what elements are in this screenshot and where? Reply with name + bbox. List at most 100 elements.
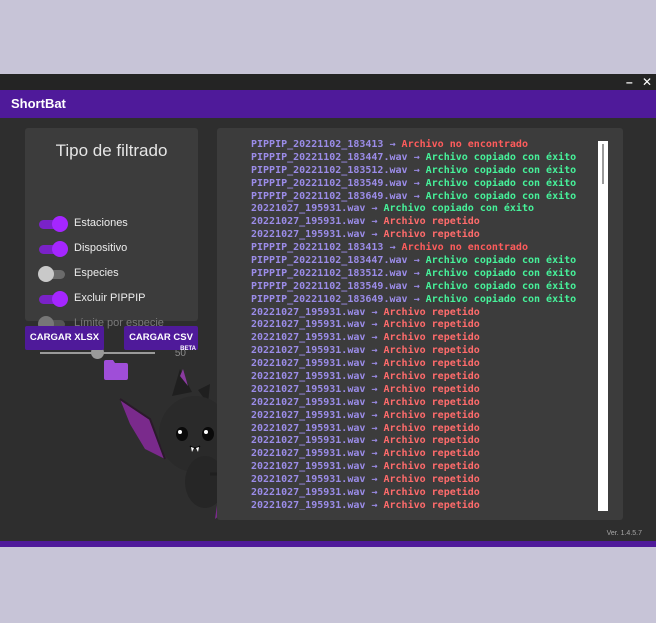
log-status: Archivo copiado con éxito	[425, 255, 577, 267]
close-button[interactable]: ✕	[642, 75, 652, 89]
arrow-icon: →	[371, 435, 378, 447]
log-line: 20221027_195931.wav → Archivo repetido	[230, 474, 601, 487]
minimize-button[interactable]: –	[626, 75, 633, 89]
log-output[interactable]: PIPPIP_20221102_183413 → Archivo no enco…	[230, 139, 601, 510]
arrow-icon: →	[371, 499, 378, 510]
switch-thumb[interactable]	[52, 241, 68, 257]
log-line: 20221027_195931.wav → Archivo repetido	[230, 435, 601, 448]
log-line: 20221027_195931.wav → Archivo repetido	[230, 216, 601, 229]
arrow-icon: →	[413, 255, 420, 267]
switch-label: Especies	[74, 267, 119, 279]
switch-estaciones[interactable]: Estaciones	[39, 216, 189, 232]
log-filename: 20221027_195931.wav	[251, 435, 366, 447]
log-status: Archivo repetido	[383, 499, 480, 510]
log-line: PIPPIP_20221102_183512.wav → Archivo cop…	[230, 165, 601, 178]
log-status: Archivo repetido	[383, 474, 480, 486]
log-line: PIPPIP_20221102_183447.wav → Archivo cop…	[230, 255, 601, 268]
log-line: 20221027_195931.wav → Archivo repetido	[230, 229, 601, 242]
log-line: 20221027_195931.wav → Archivo copiado co…	[230, 203, 601, 216]
switch-excluir-pippip[interactable]: Excluir PIPPIP	[39, 291, 189, 307]
switch-thumb[interactable]	[52, 216, 68, 232]
arrow-icon: →	[371, 461, 378, 473]
switch-label: Estaciones	[74, 217, 128, 229]
arrow-icon: →	[371, 371, 378, 383]
log-line: 20221027_195931.wav → Archivo repetido	[230, 307, 601, 320]
log-status: Archivo repetido	[383, 487, 480, 499]
arrow-icon: →	[371, 396, 378, 408]
log-filename: 20221027_195931.wav	[251, 216, 366, 228]
log-status: Archivo repetido	[383, 422, 480, 434]
switch-especies[interactable]: Especies	[38, 266, 189, 282]
log-filename: 20221027_195931.wav	[251, 474, 366, 486]
log-filename: PIPPIP_20221102_183447.wav	[251, 151, 408, 163]
load-csv-button[interactable]: CARGAR CSV BETA	[124, 326, 198, 352]
log-line: 20221027_195931.wav → Archivo repetido	[230, 410, 601, 423]
log-status: Archivo copiado con éxito	[425, 267, 577, 279]
log-status: Archivo repetido	[383, 216, 480, 228]
log-scrollbar[interactable]	[598, 141, 608, 511]
filter-title: Tipo de filtrado	[55, 141, 168, 160]
log-status: Archivo copiado con éxito	[425, 164, 577, 176]
arrow-icon: →	[389, 139, 396, 150]
arrow-icon: →	[371, 229, 378, 241]
switch-label: Dispositivo	[74, 242, 128, 254]
log-line: 20221027_195931.wav → Archivo repetido	[230, 448, 601, 461]
log-filename: PIPPIP_20221102_183447.wav	[251, 255, 408, 267]
log-line: PIPPIP_20221102_183549.wav → Archivo cop…	[230, 281, 601, 294]
arrow-icon: →	[413, 151, 420, 163]
arrow-icon: →	[413, 293, 420, 305]
log-filename: 20221027_195931.wav	[251, 203, 366, 215]
arrow-icon: →	[371, 306, 378, 318]
log-status: Archivo repetido	[383, 448, 480, 460]
log-filename: 20221027_195931.wav	[251, 487, 366, 499]
log-line: 20221027_195931.wav → Archivo repetido	[230, 461, 601, 474]
log-status: Archivo repetido	[383, 371, 480, 383]
log-line: PIPPIP_20221102_183649.wav → Archivo cop…	[230, 191, 601, 204]
log-line: 20221027_195931.wav → Archivo repetido	[230, 345, 601, 358]
version-label: Ver. 1.4.5.7	[606, 530, 642, 537]
window-titlebar: – ✕	[0, 74, 656, 90]
log-line: PIPPIP_20221102_183413 → Archivo no enco…	[230, 139, 601, 152]
switch-thumb[interactable]	[38, 266, 54, 282]
app-title: ShortBat	[11, 96, 66, 111]
log-filename: 20221027_195931.wav	[251, 358, 366, 370]
arrow-icon: →	[413, 177, 420, 189]
arrow-icon: →	[371, 203, 378, 215]
log-filename: 20221027_195931.wav	[251, 319, 366, 331]
log-filename: 20221027_195931.wav	[251, 422, 366, 434]
log-line: 20221027_195931.wav → Archivo repetido	[230, 397, 601, 410]
log-filename: 20221027_195931.wav	[251, 461, 366, 473]
log-status: Archivo repetido	[383, 345, 480, 357]
log-line: PIPPIP_20221102_183549.wav → Archivo cop…	[230, 178, 601, 191]
log-line: 20221027_195931.wav → Archivo repetido	[230, 384, 601, 397]
app-window: – ✕ ShortBat Tipo de filtrado Estaciones…	[0, 74, 656, 547]
log-line: 20221027_195931.wav → Archivo repetido	[230, 358, 601, 371]
arrow-icon: →	[371, 487, 378, 499]
filter-panel: Tipo de filtrado Estaciones Dispositivo …	[25, 128, 198, 359]
log-filename: 20221027_195931.wav	[251, 345, 366, 357]
log-filename: 20221027_195931.wav	[251, 383, 366, 395]
arrow-icon: →	[371, 358, 378, 370]
log-line: PIPPIP_20221102_183447.wav → Archivo cop…	[230, 152, 601, 165]
log-status: Archivo repetido	[383, 358, 480, 370]
log-line: 20221027_195931.wav → Archivo repetido	[230, 487, 601, 500]
arrow-icon: →	[371, 448, 378, 460]
log-filename: PIPPIP_20221102_183512.wav	[251, 164, 408, 176]
log-status: Archivo repetido	[383, 332, 480, 344]
arrow-icon: →	[371, 383, 378, 395]
log-scroll-thumb[interactable]	[602, 144, 604, 184]
load-xlsx-button[interactable]: CARGAR XLSX	[25, 326, 104, 350]
log-panel: PIPPIP_20221102_183413 → Archivo no enco…	[217, 128, 623, 520]
log-status: Archivo copiado con éxito	[425, 151, 577, 163]
log-line: 20221027_195931.wav → Archivo repetido	[230, 319, 601, 332]
arrow-icon: →	[371, 422, 378, 434]
log-filename: 20221027_195931.wav	[251, 448, 366, 460]
switch-thumb[interactable]	[52, 291, 68, 307]
log-filename: PIPPIP_20221102_183649.wav	[251, 190, 408, 202]
log-status: Archivo copiado con éxito	[425, 190, 577, 202]
log-status: Archivo copiado con éxito	[425, 177, 577, 189]
switch-dispositivo[interactable]: Dispositivo	[39, 241, 189, 257]
arrow-icon: →	[371, 332, 378, 344]
log-line: 20221027_195931.wav → Archivo repetido	[230, 423, 601, 436]
log-status: Archivo copiado con éxito	[425, 293, 577, 305]
